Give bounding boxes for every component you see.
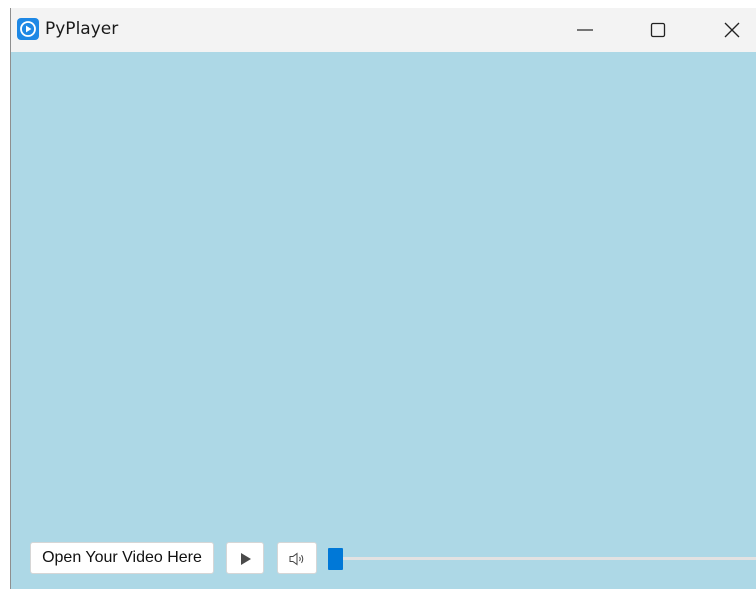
open-video-button[interactable]: Open Your Video Here [30, 542, 214, 574]
window-title: PyPlayer [45, 19, 119, 39]
play-icon [241, 553, 251, 565]
play-button[interactable] [226, 542, 264, 574]
video-area[interactable] [11, 52, 756, 589]
play-circle-icon [17, 18, 39, 40]
title-bar[interactable]: PyPlayer [11, 8, 756, 52]
close-icon [724, 22, 740, 38]
volume-icon [289, 552, 304, 566]
volume-button[interactable] [277, 542, 317, 574]
maximize-button[interactable] [635, 8, 681, 52]
close-button[interactable] [709, 8, 755, 52]
minimize-button[interactable] [562, 8, 608, 52]
control-bar: Open Your Video Here [11, 542, 756, 576]
seek-slider[interactable] [328, 548, 756, 570]
seek-handle[interactable] [328, 548, 343, 570]
seek-track[interactable] [328, 557, 756, 560]
app-window: PyPlayer Open Your Video Here [10, 8, 756, 589]
minimize-icon [577, 29, 593, 31]
maximize-icon [650, 22, 666, 38]
